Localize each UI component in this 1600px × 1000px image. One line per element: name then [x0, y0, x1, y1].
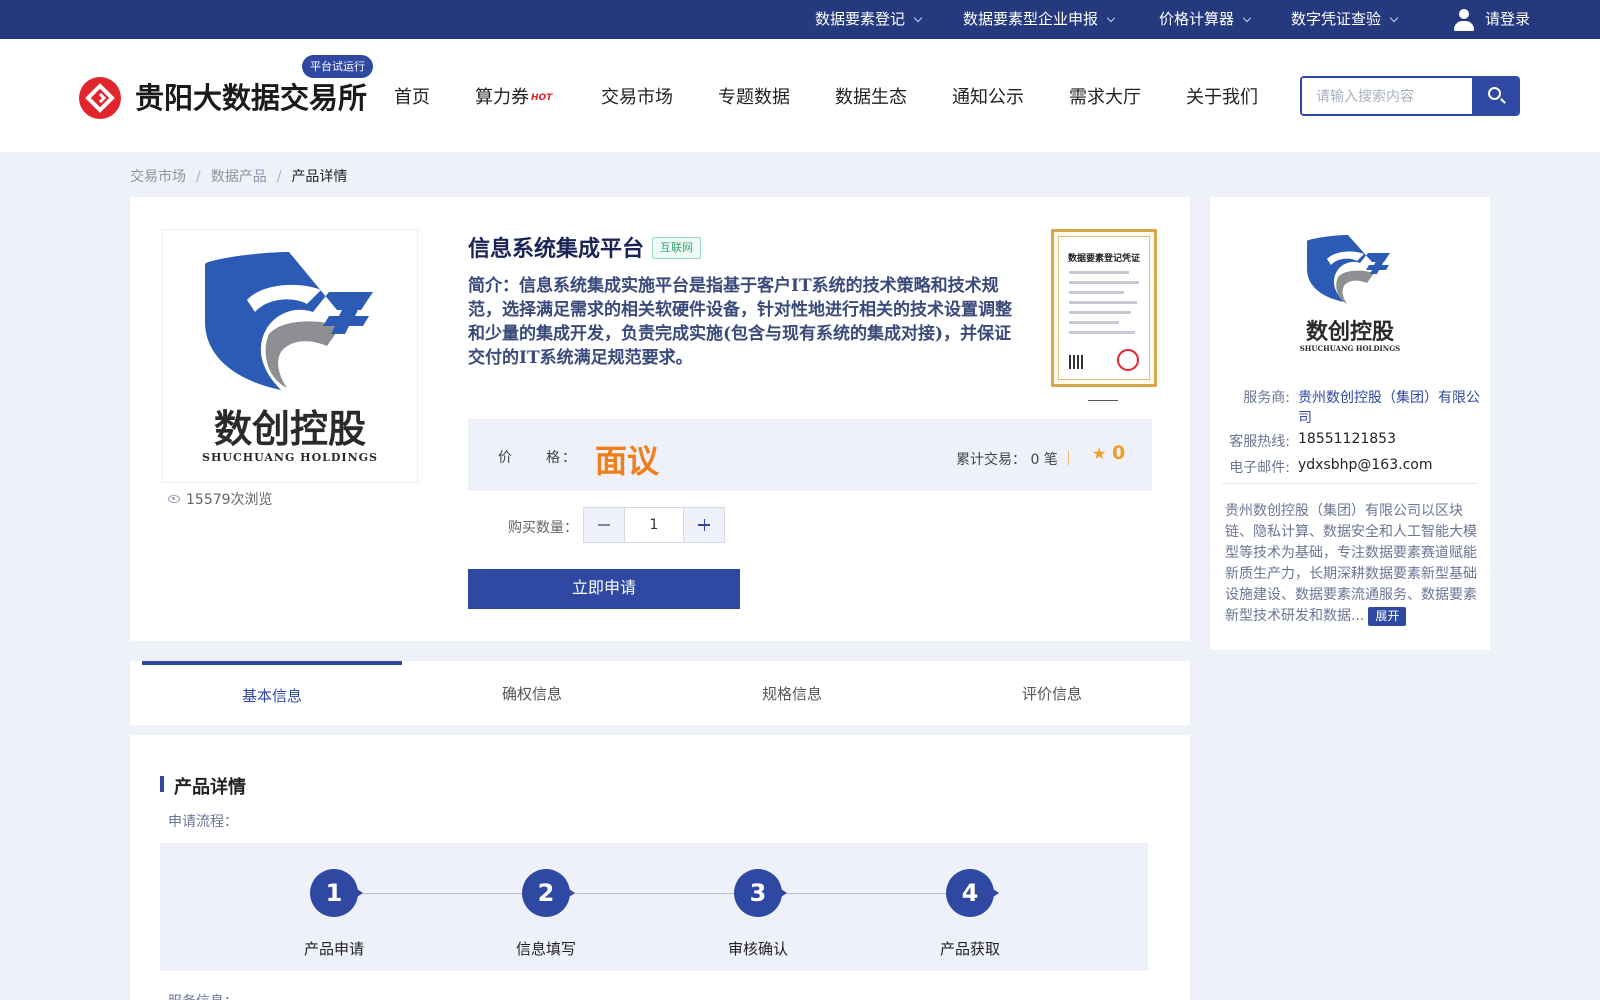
carousel-indicator[interactable]	[1088, 400, 1118, 401]
step-4-label: 产品获取	[939, 940, 1000, 958]
step-1-circle: 1	[310, 869, 363, 917]
price-panel: 价 格： 面议 累计交易： 0 笔 ★ 0	[468, 419, 1152, 491]
site-logo-icon[interactable]	[79, 77, 121, 119]
product-intro: 简介：信息系统集成实施平台是指基于客户IT系统的技术策略和技术规范，选择满足需求…	[468, 276, 1012, 368]
detail-tabs: 基本信息 确权信息 规格信息 评价信息	[130, 661, 1190, 725]
step-3-circle: 3	[734, 869, 787, 917]
hot-badge: HOT	[531, 93, 553, 103]
hotline-value: 18551121853	[1298, 431, 1396, 447]
breadcrumb-current: 产品详情	[291, 169, 348, 185]
eye-icon	[168, 495, 180, 503]
decrement-button[interactable]	[584, 508, 624, 542]
nav-item-about[interactable]: 关于我们	[1186, 83, 1258, 109]
qr-code-icon	[1069, 355, 1083, 369]
nav-item-compute-voucher[interactable]: 算力券 HOT	[475, 83, 552, 109]
nav-item-demand-hall[interactable]: 需求大厅	[1069, 83, 1141, 109]
tab-spec-info[interactable]: 规格信息	[662, 661, 922, 725]
shuchuang-logo-icon: 数创控股 SHUCHUANG HOLDINGS	[1300, 235, 1401, 353]
tab-basic-info[interactable]: 基本信息	[142, 661, 402, 725]
provider-logo: 数创控股 SHUCHUANG HOLDINGS	[1290, 229, 1410, 359]
price-value: 面议	[595, 442, 660, 480]
product-title: 信息系统集成平台	[468, 236, 645, 262]
registration-certificate[interactable]: 数据要素登记凭证	[1051, 229, 1157, 387]
svg-text:数创控股: 数创控股	[1306, 319, 1394, 345]
section-marker	[160, 776, 164, 792]
service-provider-link[interactable]: 贵州数创控股（集团）有限公司	[1298, 387, 1480, 427]
rating-value: 0	[1112, 442, 1126, 464]
increment-button[interactable]	[684, 508, 724, 542]
tab-review-info[interactable]: 评价信息	[922, 661, 1182, 725]
quantity-input[interactable]: 1	[624, 508, 684, 542]
search-input[interactable]	[1302, 78, 1472, 114]
chevron-down-icon	[1389, 13, 1399, 22]
certificate-title: 数据要素登记凭证	[1067, 254, 1140, 264]
login-link[interactable]: 请登录	[1453, 0, 1530, 39]
nav-item-ecosystem[interactable]: 数据生态	[835, 83, 907, 109]
step-2-label: 信息填写	[515, 940, 576, 958]
category-tag: 互联网	[652, 237, 701, 259]
tab-rights-info[interactable]: 确权信息	[402, 661, 662, 725]
nav-item-home[interactable]: 首页	[394, 83, 430, 109]
seal-icon	[1117, 349, 1139, 371]
provider-description: 贵州数创控股（集团）有限公司以区块链、隐私计算、数据安全和人工智能大模型等技术为…	[1225, 503, 1477, 626]
step-4-circle: 4	[946, 869, 999, 917]
section-title: 产品详情	[174, 777, 246, 798]
provider-card: 数创控股 SHUCHUANG HOLDINGS 服务商: 贵州数创控股（集团）有…	[1210, 197, 1490, 650]
step-2-circle: 2	[522, 869, 575, 917]
service-info-label: 服务信息：	[168, 991, 238, 1000]
search-button[interactable]	[1472, 78, 1518, 114]
expand-button[interactable]: 展开	[1368, 606, 1407, 626]
product-image: 数创控股 SHUCHUANG HOLDINGS	[162, 229, 418, 483]
nav-item-topic-data[interactable]: 专题数据	[718, 83, 790, 109]
site-header: 贵阳大数据交易所 平台试运行 首页 算力券 HOT 交易市场 专题数据 数据生态 …	[0, 39, 1600, 152]
quantity-label: 购买数量：	[508, 520, 578, 536]
step-3-label: 审核确认	[727, 940, 788, 958]
search-box	[1300, 76, 1520, 116]
breadcrumb-market[interactable]: 交易市场	[130, 169, 186, 185]
nav-item-market[interactable]: 交易市场	[601, 83, 673, 109]
topbar-item-certificate-check[interactable]: 数字凭证查验	[1291, 0, 1399, 39]
email-value: ydxsbhp@163.com	[1298, 457, 1433, 473]
chevron-down-icon	[1242, 13, 1252, 22]
shuchuang-logo-icon: 数创控股 SHUCHUANG HOLDINGS	[202, 252, 378, 464]
product-details: 产品详情 申请流程： 1 2 3 4 产品申请 信息填写 审核确认 产品获取 服…	[130, 735, 1190, 1000]
product-card: 数创控股 SHUCHUANG HOLDINGS 15579次浏览 信息系统集成平…	[130, 197, 1190, 641]
star-icon: ★	[1092, 444, 1107, 463]
topbar-item-enterprise-declaration[interactable]: 数据要素型企业申报	[963, 0, 1116, 39]
step-1-label: 产品申请	[303, 940, 364, 958]
topbar-item-data-registration[interactable]: 数据要素登记	[815, 0, 923, 39]
application-flow: 1 2 3 4 产品申请 信息填写 审核确认 产品获取	[160, 843, 1148, 971]
chevron-down-icon	[1106, 13, 1116, 22]
breadcrumb: 交易市场 / 数据产品 / 产品详情	[130, 169, 348, 185]
trade-count: 累计交易： 0 笔	[956, 452, 1058, 468]
flow-label: 申请流程：	[168, 814, 238, 830]
divider	[1222, 483, 1478, 484]
nav-item-notices[interactable]: 通知公示	[952, 83, 1024, 109]
svg-text:SHUCHUANG HOLDINGS: SHUCHUANG HOLDINGS	[202, 451, 378, 464]
trial-badge: 平台试运行	[302, 55, 373, 78]
search-icon	[1488, 87, 1501, 100]
divider	[1068, 451, 1069, 465]
user-icon	[1453, 8, 1475, 32]
apply-now-button[interactable]: 立即申请	[468, 569, 740, 609]
top-bar: 数据要素登记 数据要素型企业申报 价格计算器 数字凭证查验 请登录	[0, 0, 1600, 39]
svg-text:数创控股: 数创控股	[214, 407, 366, 451]
site-title[interactable]: 贵阳大数据交易所	[135, 75, 367, 117]
flow-connector	[334, 893, 970, 894]
price-label: 价 格：	[498, 450, 578, 466]
quantity-stepper: 1	[583, 507, 725, 543]
breadcrumb-data-products[interactable]: 数据产品	[211, 169, 267, 185]
topbar-item-price-calculator[interactable]: 价格计算器	[1159, 0, 1252, 39]
chevron-down-icon	[913, 13, 923, 22]
svg-text:SHUCHUANG HOLDINGS: SHUCHUANG HOLDINGS	[1300, 344, 1401, 353]
view-count: 15579次浏览	[168, 489, 273, 509]
